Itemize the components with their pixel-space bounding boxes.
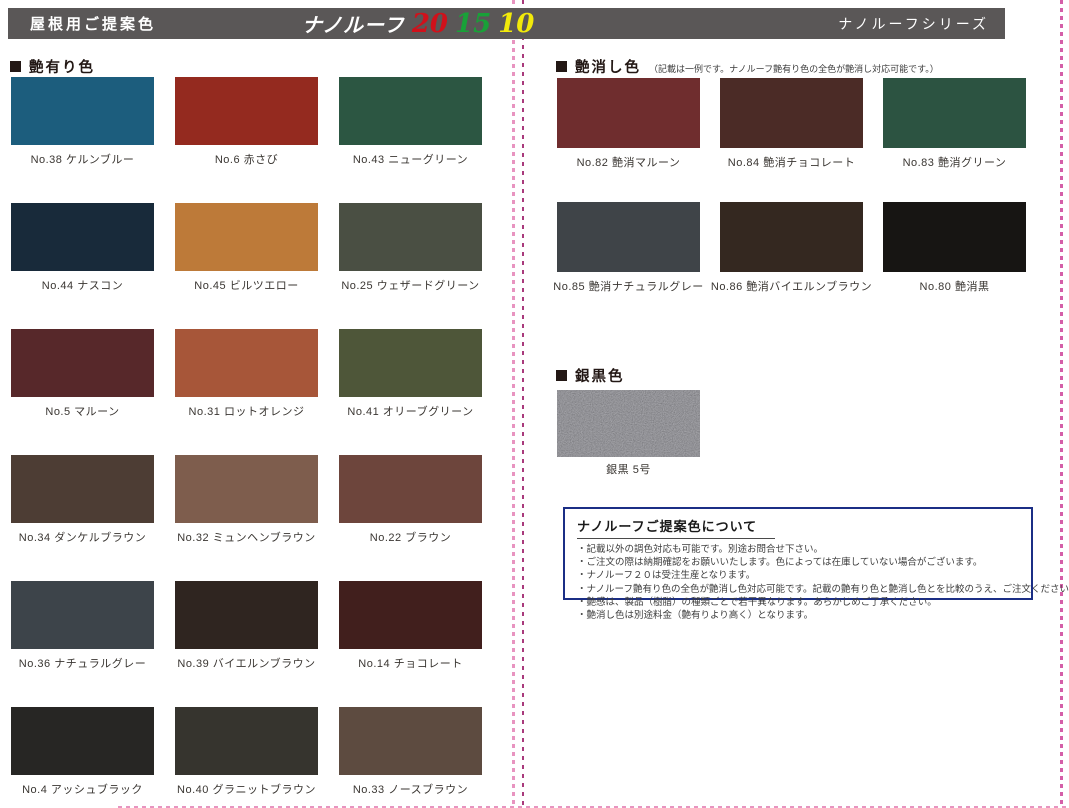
- color-swatch-cell: No.34 ダンケルブラウン: [11, 455, 154, 545]
- color-swatch-cell: No.22 ブラウン: [339, 455, 482, 545]
- info-box-bullet-list: ・記載以外の調色対応も可能です。別途お問合せ下さい。・ご注文の際は納期確認をお願…: [577, 543, 1021, 622]
- color-swatch-cell: No.40 グラニットブラウン: [175, 707, 318, 797]
- matte-section-title-text: 艶消し色: [575, 56, 641, 77]
- page: 屋根用ご提案色 ナノルーフ 201510 ナノルーフシリーズ 艶有り色 No.3…: [0, 0, 1069, 808]
- color-swatch-cell: No.32 ミュンヘンブラウン: [175, 455, 318, 545]
- swatch-label: No.80 艶消黒: [853, 278, 1056, 294]
- matte-section-title: 艶消し色 （記載は一例です。ナノルーフ艶有り色の全色が艶消し対応可能です。）: [556, 56, 939, 77]
- info-box-bullet: ・ご注文の際は納期確認をお願いいたします。色によっては在庫していない場合がござい…: [577, 556, 1021, 569]
- brand-number: 15: [455, 9, 491, 39]
- color-swatch: [11, 203, 154, 271]
- swatch-label: No.33 ノースブラウン: [309, 781, 512, 797]
- color-swatch: [339, 77, 482, 145]
- brand-logo: ナノルーフ 201510: [302, 8, 534, 39]
- brand-number: 10: [498, 9, 534, 39]
- info-box-title: ナノルーフご提案色について: [577, 516, 775, 539]
- info-box-bullet: ・ナノルーフ艶有り色の全色が艶消し色対応可能です。記載の艶有り色と艶消し色とを比…: [577, 583, 1021, 596]
- right-trim-guide-line: [1060, 0, 1063, 808]
- color-swatch: [339, 203, 482, 271]
- brand-name: ナノルーフ: [302, 9, 405, 38]
- color-swatch: [175, 77, 318, 145]
- color-swatch-cell: No.44 ナスコン: [11, 203, 154, 293]
- color-swatch: [883, 202, 1026, 272]
- silver-black-swatch-label: 銀黒 5号: [527, 461, 730, 477]
- color-swatch-cell: No.6 赤さび: [175, 77, 318, 167]
- color-swatch-cell: No.41 オリーブグリーン: [339, 329, 482, 419]
- color-swatch-cell: No.4 アッシュブラック: [11, 707, 154, 797]
- color-swatch-cell: No.25 ウェザードグリーン: [339, 203, 482, 293]
- header-bar: 屋根用ご提案色 ナノルーフ 201510 ナノルーフシリーズ: [8, 8, 1005, 39]
- brand-numbers: 201510: [405, 11, 535, 37]
- info-box: ナノルーフご提案色について ・記載以外の調色対応も可能です。別途お問合せ下さい。…: [563, 507, 1033, 600]
- color-swatch-cell: No.36 ナチュラルグレー: [11, 581, 154, 671]
- color-swatch: [339, 581, 482, 649]
- color-swatch: [339, 707, 482, 775]
- color-swatch-cell: No.5 マルーン: [11, 329, 154, 419]
- section-square-icon: [556, 61, 567, 72]
- swatch-label: No.25 ウェザードグリーン: [309, 277, 512, 293]
- section-square-icon: [556, 370, 567, 381]
- color-swatch-cell: No.86 艶消バイエルンブラウン: [720, 202, 863, 294]
- color-swatch: [175, 707, 318, 775]
- color-swatch: [339, 455, 482, 523]
- swatch-label: No.22 ブラウン: [309, 529, 512, 545]
- color-swatch: [720, 78, 863, 148]
- color-swatch-cell: No.39 バイエルンブラウン: [175, 581, 318, 671]
- color-swatch: [175, 329, 318, 397]
- color-swatch-cell: No.14 チョコレート: [339, 581, 482, 671]
- color-swatch: [175, 455, 318, 523]
- swatch-label: No.41 オリーブグリーン: [309, 403, 512, 419]
- color-swatch: [557, 202, 700, 272]
- color-swatch-cell: No.80 艶消黒: [883, 202, 1026, 294]
- color-swatch: [11, 707, 154, 775]
- info-box-bullet: ・艶消し色は別途料金（艶有りより高く）となります。: [577, 609, 1021, 622]
- color-swatch: [11, 581, 154, 649]
- color-swatch: [339, 329, 482, 397]
- color-swatch-cell: No.85 艶消ナチュラルグレー: [557, 202, 700, 294]
- color-swatch: [11, 329, 154, 397]
- color-swatch-cell: No.83 艶消グリーン: [883, 78, 1026, 170]
- glossy-section-title: 艶有り色: [10, 56, 95, 77]
- glossy-section-title-text: 艶有り色: [29, 56, 95, 77]
- silver-black-swatch: [557, 390, 700, 457]
- color-swatch-cell: No.82 艶消マルーン: [557, 78, 700, 170]
- silver-black-swatch-grain: [557, 390, 700, 457]
- swatch-label: No.83 艶消グリーン: [853, 154, 1056, 170]
- color-swatch: [11, 77, 154, 145]
- color-swatch-cell: No.45 ビルツエロー: [175, 203, 318, 293]
- series-title: ナノルーフシリーズ: [838, 14, 1005, 34]
- swatch-label: No.14 チョコレート: [309, 655, 512, 671]
- info-box-bullet: ・記載以外の調色対応も可能です。別途お問合せ下さい。: [577, 543, 1021, 556]
- color-swatch-cell: No.84 艶消チョコレート: [720, 78, 863, 170]
- matte-color-grid: No.82 艶消マルーンNo.84 艶消チョコレートNo.83 艶消グリーンNo…: [557, 78, 1026, 294]
- color-swatch: [175, 581, 318, 649]
- glossy-color-grid: No.38 ケルンブルーNo.6 赤さびNo.43 ニューグリーン No.44 ナ…: [11, 77, 482, 808]
- color-swatch-cell: No.33 ノースブラウン: [339, 707, 482, 797]
- info-box-bullet: ・ナノルーフ２０は受注生産となります。: [577, 569, 1021, 582]
- page-title: 屋根用ご提案色: [8, 13, 156, 34]
- silver-black-section-title: 銀黒色: [556, 365, 625, 386]
- color-swatch: [720, 202, 863, 272]
- swatch-label: No.43 ニューグリーン: [309, 151, 512, 167]
- matte-section-note: （記載は一例です。ナノルーフ艶有り色の全色が艶消し対応可能です。）: [649, 62, 939, 75]
- section-square-icon: [10, 61, 21, 72]
- brand-number: 20: [412, 9, 448, 39]
- color-swatch: [11, 455, 154, 523]
- color-swatch: [883, 78, 1026, 148]
- color-swatch-cell: No.31 ロットオレンジ: [175, 329, 318, 419]
- center-fold-guide-line-outer: [512, 0, 515, 808]
- info-box-bullet: ・艶感は、製品（樹脂）の種類ごとで若干異なります。あらかじめご了承ください。: [577, 596, 1021, 609]
- color-swatch-cell: No.43 ニューグリーン: [339, 77, 482, 167]
- silver-black-section-title-text: 銀黒色: [575, 365, 625, 386]
- color-swatch: [557, 78, 700, 148]
- color-swatch: [175, 203, 318, 271]
- center-fold-guide-line-inner: [522, 0, 524, 808]
- color-swatch-cell: No.38 ケルンブルー: [11, 77, 154, 167]
